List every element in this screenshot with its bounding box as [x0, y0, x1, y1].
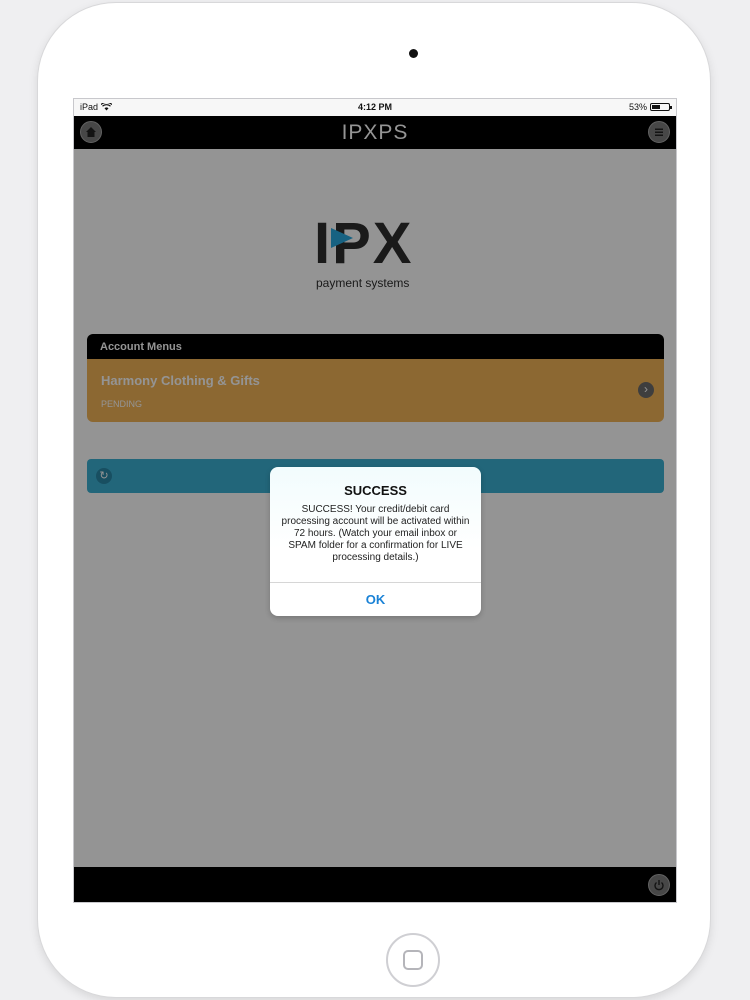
- alert-title: SUCCESS: [344, 483, 407, 498]
- status-time: 4:12 PM: [357, 102, 392, 112]
- alert-message: SUCCESS! Your credit/debit card processi…: [281, 504, 470, 563]
- battery-percent: 53%: [628, 102, 647, 112]
- screen: iPad 4:12 PM 53% IPXPS IPX payment syste…: [73, 98, 677, 903]
- hardware-home-button[interactable]: [386, 933, 440, 987]
- status-right: 53%: [628, 102, 672, 112]
- ok-button[interactable]: OK: [270, 583, 481, 616]
- status-bar: iPad 4:12 PM 53%: [74, 99, 676, 116]
- success-alert: SUCCESS SUCCESS! Your credit/debit card …: [270, 467, 481, 616]
- battery-icon: [650, 103, 672, 111]
- camera: [409, 49, 418, 58]
